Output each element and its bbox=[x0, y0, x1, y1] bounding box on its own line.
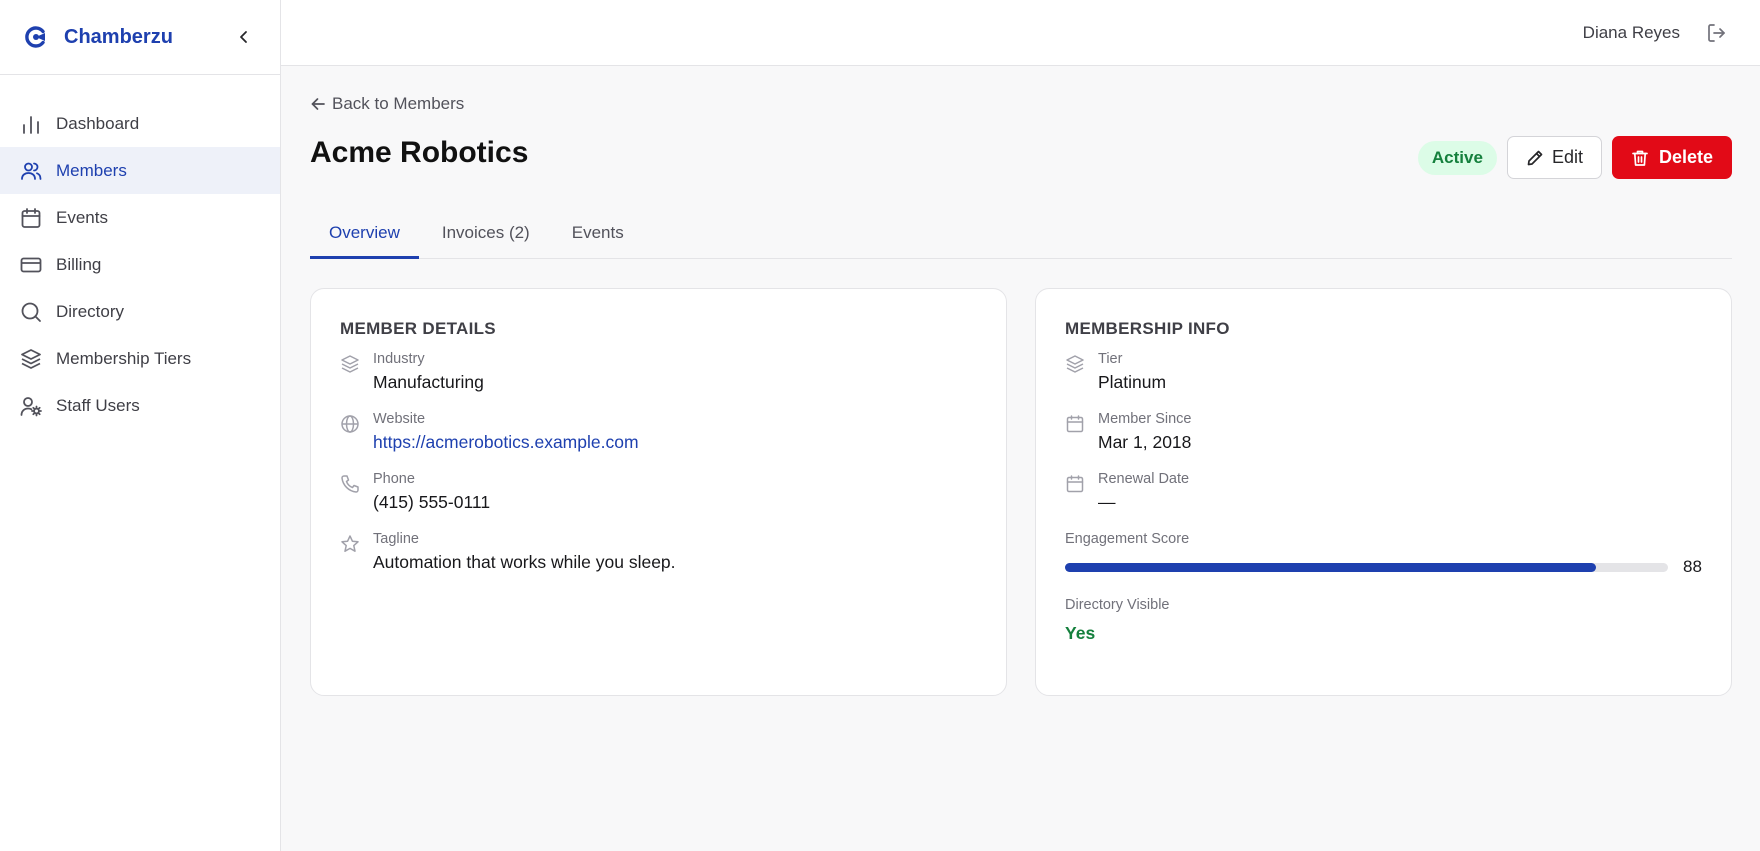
tab-bar: Overview Invoices (2) Events bbox=[310, 206, 1732, 259]
member-details-card: MEMBER DETAILS Industry Manufacturing We… bbox=[310, 288, 1007, 696]
brand-name: Chamberzu bbox=[64, 25, 173, 48]
header-actions: Active Edit Delete bbox=[1417, 136, 1732, 179]
sidebar-item-label: Members bbox=[56, 160, 127, 180]
website-link[interactable]: https://acmerobotics.example.com bbox=[373, 432, 639, 453]
phone-icon bbox=[341, 475, 359, 493]
edit-button-label: Edit bbox=[1551, 147, 1583, 167]
star-icon bbox=[341, 535, 359, 552]
industry-value: Manufacturing bbox=[373, 372, 484, 392]
member-since-field: Member Since Mar 1, 2018 bbox=[1065, 411, 1702, 453]
phone-field: Phone (415) 555-0111 bbox=[340, 471, 977, 513]
sidebar-item-directory[interactable]: Directory bbox=[0, 288, 280, 335]
tier-field: Tier Platinum bbox=[1065, 351, 1702, 393]
tab-overview[interactable]: Overview bbox=[310, 206, 419, 259]
renewal-date-field: Renewal Date — bbox=[1065, 471, 1702, 513]
calendar-icon bbox=[1066, 415, 1084, 433]
directory-visible-value: Yes bbox=[1065, 623, 1096, 643]
trash-icon bbox=[1632, 150, 1648, 166]
engagement-score: Engagement Score 88 bbox=[1065, 531, 1702, 577]
field-label: Tagline bbox=[373, 531, 419, 547]
collapse-sidebar-button[interactable] bbox=[232, 25, 256, 49]
arrow-left-icon bbox=[311, 98, 325, 110]
cards-row: MEMBER DETAILS Industry Manufacturing We… bbox=[310, 288, 1732, 696]
website-field: Website https://acmerobotics.example.com bbox=[340, 411, 977, 453]
chevron-left-icon bbox=[240, 31, 247, 43]
tagline-field: Tagline Automation that works while you … bbox=[340, 531, 977, 573]
sidebar-item-membership-tiers[interactable]: Membership Tiers bbox=[0, 335, 280, 382]
engagement-progress-fill bbox=[1065, 562, 1596, 572]
field-label: Website bbox=[373, 411, 426, 427]
membership-info-card: MEMBERSHIP INFO Tier Platinum Member Sin… bbox=[1035, 288, 1732, 696]
member-since-value: Mar 1, 2018 bbox=[1098, 432, 1192, 452]
engagement-score-label: Engagement Score bbox=[1065, 531, 1190, 547]
users-icon bbox=[21, 162, 42, 180]
back-link-label: Back to Members bbox=[332, 94, 465, 113]
tagline-value: Automation that works while you sleep. bbox=[373, 552, 676, 572]
tab-invoices[interactable]: Invoices (2) bbox=[423, 206, 549, 259]
engagement-score-row: 88 bbox=[1065, 557, 1702, 577]
sidebar-item-label: Membership Tiers bbox=[56, 348, 192, 368]
field-label: Tier bbox=[1098, 351, 1123, 367]
sidebar-item-label: Staff Users bbox=[56, 395, 140, 415]
delete-button[interactable]: Delete bbox=[1611, 136, 1732, 179]
sidebar-nav: Dashboard Members Events Billing Directo… bbox=[0, 75, 280, 429]
credit-card-icon bbox=[20, 257, 42, 272]
field-label: Member Since bbox=[1098, 411, 1192, 427]
search-icon bbox=[21, 302, 41, 322]
engagement-progress-track bbox=[1065, 562, 1668, 572]
engagement-score-value: 88 bbox=[1683, 557, 1702, 576]
field-label: Phone bbox=[373, 471, 415, 487]
tier-value: Platinum bbox=[1098, 372, 1167, 392]
layers-icon bbox=[21, 348, 41, 369]
field-label: Renewal Date bbox=[1098, 471, 1190, 487]
sidebar-item-label: Billing bbox=[56, 254, 102, 274]
sidebar-item-dashboard[interactable]: Dashboard bbox=[0, 100, 280, 147]
layers-icon bbox=[1066, 355, 1084, 373]
sidebar-item-label: Directory bbox=[56, 301, 125, 321]
sidebar-item-billing[interactable]: Billing bbox=[0, 241, 280, 288]
renewal-date-value: — bbox=[1098, 492, 1116, 512]
sidebar-item-label: Events bbox=[56, 207, 108, 227]
directory-visible-label: Directory Visible bbox=[1065, 597, 1170, 613]
sidebar-item-label: Dashboard bbox=[56, 113, 140, 133]
status-badge: Active bbox=[1417, 140, 1497, 175]
logout-button[interactable] bbox=[1706, 22, 1728, 44]
sidebar-item-staff-users[interactable]: Staff Users bbox=[0, 382, 280, 429]
tab-events[interactable]: Events bbox=[553, 206, 643, 259]
sidebar: Chamberzu Dashboard Members Events Billi… bbox=[0, 0, 281, 851]
bar-chart-icon bbox=[23, 115, 39, 134]
directory-visible-field: Directory Visible Yes bbox=[1065, 597, 1702, 644]
phone-value: (415) 555-0111 bbox=[373, 492, 491, 512]
page-title: Acme Robotics bbox=[310, 136, 529, 169]
calendar-icon bbox=[1066, 475, 1084, 493]
field-label: Industry bbox=[373, 351, 425, 367]
card-title: MEMBER DETAILS bbox=[340, 319, 496, 338]
delete-button-label: Delete bbox=[1658, 147, 1713, 167]
calendar-icon bbox=[21, 207, 41, 228]
user-name: Diana Reyes bbox=[1582, 22, 1680, 42]
globe-icon bbox=[341, 415, 359, 433]
logo-icon bbox=[25, 26, 45, 48]
industry-field: Industry Manufacturing bbox=[340, 351, 977, 393]
sidebar-item-events[interactable]: Events bbox=[0, 194, 280, 241]
back-to-members-link[interactable]: Back to Members bbox=[310, 94, 464, 114]
pencil-icon bbox=[1527, 150, 1543, 165]
layers-icon bbox=[341, 355, 359, 373]
user-cog-icon bbox=[20, 396, 42, 416]
sidebar-item-members[interactable]: Members bbox=[0, 147, 280, 194]
brand: Chamberzu bbox=[0, 0, 280, 75]
card-title: MEMBERSHIP INFO bbox=[1065, 319, 1230, 338]
edit-button[interactable]: Edit bbox=[1506, 136, 1602, 179]
logout-icon bbox=[1708, 23, 1725, 42]
top-bar: Diana Reyes bbox=[281, 0, 1760, 66]
